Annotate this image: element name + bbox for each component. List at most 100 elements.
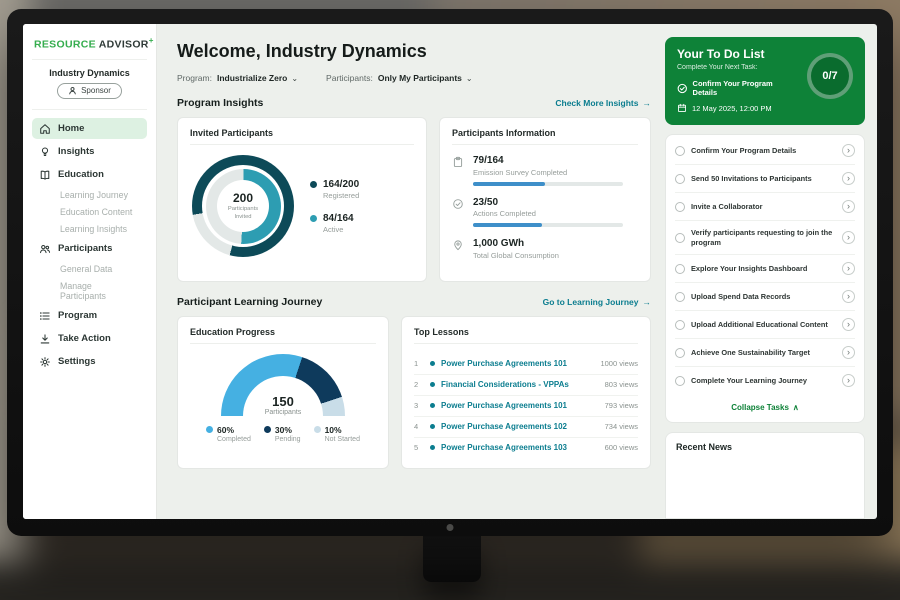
sidebar-item-take-action[interactable]: Take Action [32, 328, 147, 349]
task-row[interactable]: Invite a Collaborator › [675, 193, 855, 221]
collapse-tasks-button[interactable]: Collapse Tasks ∧ [675, 394, 855, 420]
chevron-right-icon[interactable]: › [842, 200, 855, 213]
sidebar-item-program[interactable]: Program [32, 305, 147, 326]
checkbox-icon[interactable] [675, 146, 685, 156]
lesson-link[interactable]: Financial Considerations - VPPAs [441, 380, 599, 389]
monitor-led [447, 524, 454, 531]
lesson-link[interactable]: Power Purchase Agreements 102 [441, 422, 599, 431]
arrow-right-icon: → [643, 297, 652, 307]
todo-column: Your To Do List Complete Your Next Task:… [665, 24, 877, 519]
list-icon [39, 310, 51, 322]
lesson-views: 793 views [605, 401, 638, 410]
task-row[interactable]: Achieve One Sustainability Target › [675, 339, 855, 367]
checkbox-icon[interactable] [675, 320, 685, 330]
go-to-learning-journey-link[interactable]: Go to Learning Journey → [543, 297, 651, 307]
legend-pct: 60% [217, 425, 234, 435]
education-progress-gauge: 150 Participants [221, 354, 345, 416]
chevron-right-icon[interactable]: › [842, 290, 855, 303]
lesson-rank: 1 [414, 359, 424, 368]
program-filter-value: Industrialize Zero [217, 73, 287, 83]
card-title: Top Lessons [414, 327, 638, 344]
program-filter[interactable]: Program: Industrialize Zero ⌄ [177, 73, 298, 83]
legend-label: Completed [217, 436, 251, 443]
todo-progress-value: 0/7 [822, 70, 837, 82]
sidebar-item-label: Participants [58, 243, 112, 254]
bullet-icon [430, 361, 435, 366]
task-label: Send 50 Invitations to Participants [691, 174, 836, 184]
donut-center-value: 200 [233, 191, 253, 205]
chevron-right-icon[interactable]: › [842, 374, 855, 387]
stat-label: Emission Survey Completed [473, 168, 623, 177]
task-row[interactable]: Send 50 Invitations to Participants › [675, 165, 855, 193]
task-label: Confirm Your Program Details [691, 146, 836, 156]
chevron-right-icon[interactable]: › [842, 262, 855, 275]
progress-bar-fill [473, 182, 545, 186]
gear-icon [39, 356, 51, 368]
sidebar-item-insights[interactable]: Insights [32, 141, 147, 162]
checkbox-icon[interactable] [675, 233, 685, 243]
stat-label: Actions Completed [473, 209, 623, 218]
chevron-right-icon[interactable]: › [842, 172, 855, 185]
chevron-right-icon[interactable]: › [842, 231, 855, 244]
checkbox-icon[interactable] [675, 202, 685, 212]
lesson-link[interactable]: Power Purchase Agreements 101 [441, 359, 594, 368]
checkbox-icon[interactable] [675, 348, 685, 358]
legend-dot [310, 181, 317, 188]
todo-next-task[interactable]: Confirm Your Program Details [677, 79, 795, 97]
sidebar-item-general-data[interactable]: General Data [32, 260, 147, 277]
invited-donut-chart: 200 Participants Invited [192, 155, 294, 257]
checkbox-icon[interactable] [675, 174, 685, 184]
legend-item-active: 84/164 Active [310, 213, 359, 234]
dashboard-screen: RESOURCE ADVISOR+ Industry Dynamics Spon… [23, 24, 877, 519]
bullet-icon [430, 424, 435, 429]
card-title: Education Progress [190, 327, 376, 344]
task-row[interactable]: Upload Spend Data Records › [675, 283, 855, 311]
lesson-link[interactable]: Power Purchase Agreements 101 [441, 401, 599, 410]
task-row[interactable]: Upload Additional Educational Content › [675, 311, 855, 339]
sidebar-item-settings[interactable]: Settings [32, 351, 147, 372]
org-name: Industry Dynamics [32, 68, 147, 78]
lesson-link[interactable]: Power Purchase Agreements 103 [441, 443, 599, 452]
link-label: Check More Insights [555, 98, 638, 108]
gauge-center-value: 150 [221, 394, 345, 409]
home-icon [39, 123, 51, 135]
sidebar-item-manage-participants[interactable]: Manage Participants [32, 277, 147, 304]
chevron-right-icon[interactable]: › [842, 318, 855, 331]
sponsor-badge[interactable]: Sponsor [57, 83, 122, 99]
lesson-rank: 4 [414, 422, 424, 431]
sidebar-item-education[interactable]: Education [32, 164, 147, 185]
task-row[interactable]: Complete Your Learning Journey › [675, 367, 855, 394]
stat-actions-completed: 23/50 Actions Completed [452, 197, 638, 228]
app-logo: RESOURCE ADVISOR+ [32, 34, 147, 60]
donut-center-label: Participants Invited [225, 206, 261, 220]
checkbox-icon[interactable] [675, 264, 685, 274]
sidebar-item-label: Insights [58, 146, 94, 157]
stat-global-consumption: 1,000 GWh Total Global Consumption [452, 238, 638, 260]
sidebar-item-learning-journey[interactable]: Learning Journey [32, 186, 147, 203]
participants-filter[interactable]: Participants: Only My Participants ⌄ [326, 73, 473, 83]
progress-bar [473, 182, 623, 186]
progress-bar [473, 223, 623, 227]
chevron-right-icon[interactable]: › [842, 144, 855, 157]
education-progress-card: Education Progress 150 Participants [177, 316, 389, 469]
download-icon [39, 333, 51, 345]
collapse-label: Collapse Tasks [731, 403, 789, 412]
sidebar-item-participants[interactable]: Participants [32, 238, 147, 259]
lesson-row: 1 Power Purchase Agreements 101 1000 vie… [414, 354, 638, 375]
task-row[interactable]: Explore Your Insights Dashboard › [675, 255, 855, 283]
chevron-down-icon: ⌄ [291, 74, 298, 83]
gauge-center-label: Participants [221, 409, 345, 416]
participants-filter-value: Only My Participants [378, 73, 462, 83]
sidebar-item-education-content[interactable]: Education Content [32, 203, 147, 220]
todo-summary-card: Your To Do List Complete Your Next Task:… [665, 37, 865, 125]
sidebar-item-learning-insights[interactable]: Learning Insights [32, 220, 147, 237]
checkbox-icon[interactable] [675, 376, 685, 386]
card-title: Participants Information [452, 128, 638, 145]
sidebar-item-home[interactable]: Home [32, 118, 147, 139]
chevron-right-icon[interactable]: › [842, 346, 855, 359]
task-row[interactable]: Verify participants requesting to join t… [675, 221, 855, 255]
task-row[interactable]: Confirm Your Program Details › [675, 137, 855, 165]
legend-item-pending: 30% Pending [264, 425, 301, 443]
checkbox-icon[interactable] [675, 292, 685, 302]
check-more-insights-link[interactable]: Check More Insights → [555, 98, 651, 108]
